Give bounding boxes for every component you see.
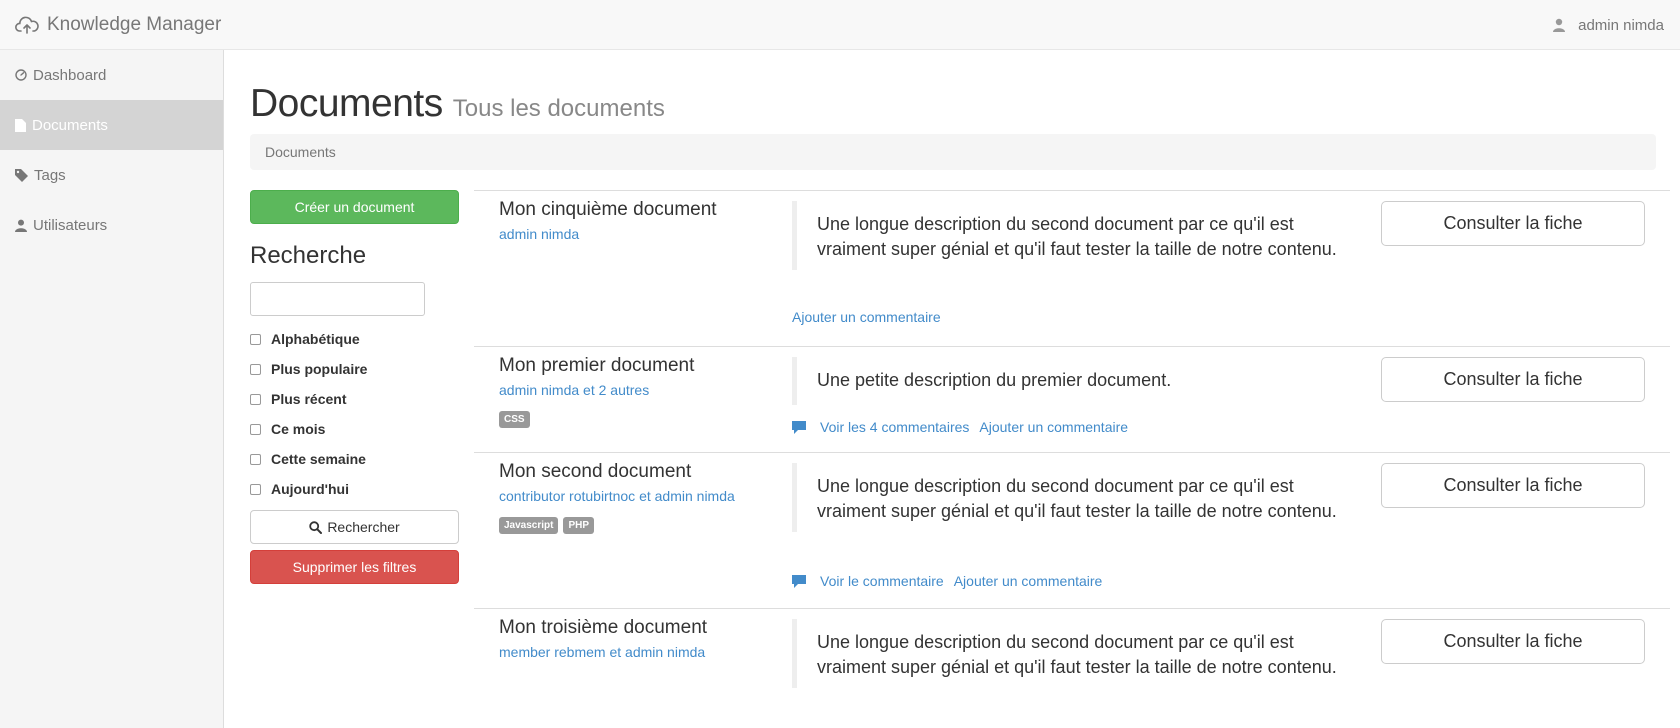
checkbox[interactable]: [250, 393, 261, 405]
document-title[interactable]: Mon premier document: [499, 355, 694, 377]
breadcrumb-item[interactable]: Documents: [265, 144, 336, 160]
user-menu[interactable]: admin nimda: [1552, 0, 1664, 50]
sidebar-item-label: Tags: [34, 166, 66, 184]
cloud-upload-icon: [15, 16, 39, 34]
document-list: Mon cinquième document admin nimda Une l…: [474, 190, 1670, 728]
tag-badge[interactable]: PHP: [563, 517, 595, 534]
document-authors[interactable]: member rebmem et admin nimda: [499, 644, 705, 660]
sidebar-item-label: Documents: [32, 116, 108, 134]
top-navbar: Knowledge Manager admin nimda: [0, 0, 1680, 50]
document-authors[interactable]: admin nimda: [499, 226, 579, 242]
filter-list: Alphabétique Plus populaire Plus récent …: [250, 324, 460, 504]
comment-links: Voir le commentaire Ajouter un commentai…: [792, 573, 1102, 589]
comment-icon: [792, 574, 806, 588]
search-title: Recherche: [250, 242, 367, 269]
document-description: Une longue description du second documen…: [792, 201, 1337, 270]
view-details-button[interactable]: Consulter la fiche: [1381, 201, 1645, 246]
dashboard-icon: [15, 69, 27, 81]
document-description: Une longue description du second documen…: [792, 463, 1337, 532]
document-row: Mon second document contributor rotubirt…: [474, 452, 1670, 608]
document-description: Une longue description du second documen…: [792, 619, 1337, 688]
add-comment-link[interactable]: Ajouter un commentaire: [979, 419, 1128, 435]
sidebar: Dashboard Documents Tags Utilisateurs: [0, 50, 224, 728]
search-panel: Créer un document Recherche Alphabétique…: [250, 190, 460, 584]
view-details-button[interactable]: Consulter la fiche: [1381, 463, 1645, 508]
add-comment-link[interactable]: Ajouter un commentaire: [792, 309, 941, 325]
filter-today[interactable]: Aujourd'hui: [250, 474, 460, 504]
checkbox[interactable]: [250, 363, 261, 375]
filter-this-week[interactable]: Cette semaine: [250, 444, 460, 474]
clear-filters-button[interactable]: Supprimer les filtres: [250, 550, 459, 584]
page-title: Documents: [250, 82, 443, 125]
view-details-button[interactable]: Consulter la fiche: [1381, 357, 1645, 402]
view-comments-link[interactable]: Voir les 4 commentaires: [820, 419, 969, 435]
filter-label: Ce mois: [271, 421, 326, 437]
document-tags: Javascript PHP: [499, 517, 595, 534]
comment-links: Voir les 4 commentaires Ajouter un comme…: [792, 419, 1128, 435]
breadcrumb: Documents: [250, 134, 1656, 170]
filter-this-month[interactable]: Ce mois: [250, 414, 460, 444]
document-icon: [15, 118, 26, 132]
sidebar-item-documents[interactable]: Documents: [0, 100, 223, 150]
checkbox[interactable]: [250, 333, 261, 345]
tag-icon: [15, 168, 28, 182]
document-tags: CSS: [499, 411, 530, 428]
search-button[interactable]: Rechercher: [250, 510, 459, 544]
filter-label: Alphabétique: [271, 331, 360, 347]
document-row: Mon premier document admin nimda et 2 au…: [474, 346, 1670, 452]
comment-icon: [792, 420, 806, 434]
document-title[interactable]: Mon second document: [499, 461, 691, 483]
filter-alphabetical[interactable]: Alphabétique: [250, 324, 460, 354]
document-row: Mon cinquième document admin nimda Une l…: [474, 190, 1670, 346]
filter-label: Plus récent: [271, 391, 347, 407]
document-authors[interactable]: admin nimda et 2 autres: [499, 382, 649, 398]
app-title: Knowledge Manager: [47, 14, 222, 35]
document-title[interactable]: Mon cinquième document: [499, 199, 717, 221]
user-icon: [1553, 18, 1566, 32]
search-icon: [309, 520, 323, 534]
sidebar-item-dashboard[interactable]: Dashboard: [0, 50, 223, 100]
sidebar-item-label: Dashboard: [33, 66, 107, 84]
checkbox[interactable]: [250, 483, 261, 495]
sidebar-item-users[interactable]: Utilisateurs: [0, 200, 223, 250]
filter-popular[interactable]: Plus populaire: [250, 354, 460, 384]
view-comments-link[interactable]: Voir le commentaire: [820, 573, 944, 589]
filter-label: Plus populaire: [271, 361, 368, 377]
view-details-button[interactable]: Consulter la fiche: [1381, 619, 1645, 664]
filter-recent[interactable]: Plus récent: [250, 384, 460, 414]
user-name: admin nimda: [1578, 16, 1664, 34]
sidebar-item-tags[interactable]: Tags: [0, 150, 223, 200]
comment-links: Ajouter un commentaire: [792, 309, 941, 325]
brand-link[interactable]: Knowledge Manager: [15, 0, 221, 50]
tag-badge[interactable]: Javascript: [499, 517, 559, 534]
document-row: Mon troisième document member rebmem et …: [474, 608, 1670, 728]
search-button-label: Rechercher: [327, 519, 400, 535]
filter-label: Cette semaine: [271, 451, 366, 467]
page-header: Documents Tous les documents: [250, 82, 665, 126]
checkbox[interactable]: [250, 423, 261, 435]
document-description: Une petite description du premier docume…: [792, 357, 1337, 405]
add-comment-link[interactable]: Ajouter un commentaire: [954, 573, 1103, 589]
sidebar-item-label: Utilisateurs: [33, 216, 108, 234]
page-subtitle: Tous les documents: [452, 95, 665, 122]
create-document-button[interactable]: Créer un document: [250, 190, 459, 224]
search-input[interactable]: [250, 282, 425, 316]
tag-badge[interactable]: CSS: [499, 411, 530, 428]
document-authors[interactable]: contributor rotubirtnoc et admin nimda: [499, 488, 735, 504]
user-icon: [15, 219, 27, 232]
document-title[interactable]: Mon troisième document: [499, 617, 707, 639]
checkbox[interactable]: [250, 453, 261, 465]
filter-label: Aujourd'hui: [271, 481, 349, 497]
